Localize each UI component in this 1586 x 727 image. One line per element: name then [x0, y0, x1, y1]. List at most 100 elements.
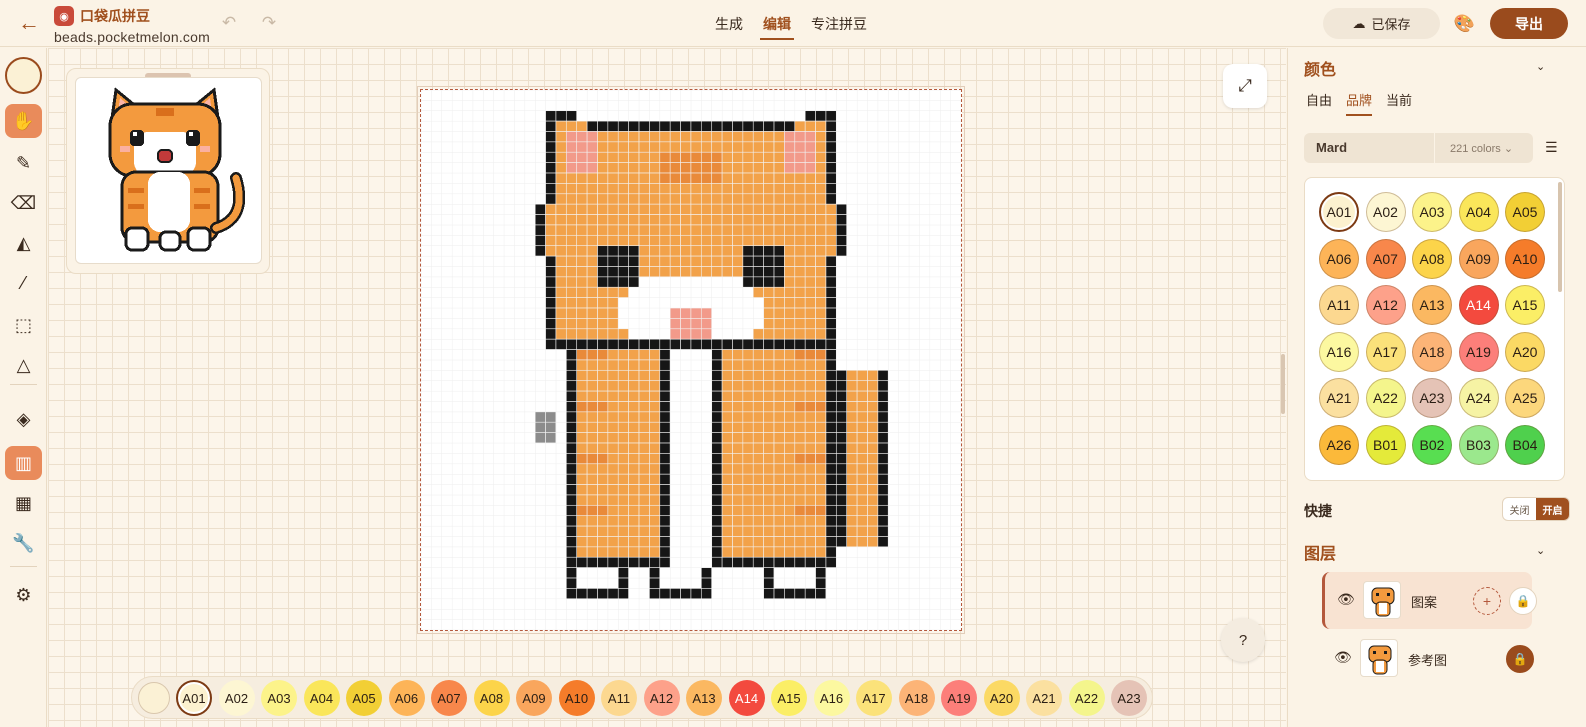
bead-cell[interactable]: [597, 308, 608, 319]
bead-cell[interactable]: [670, 204, 681, 215]
bead-cell[interactable]: [670, 318, 681, 329]
bead-cell[interactable]: [576, 183, 587, 194]
bead-cell[interactable]: [742, 162, 753, 173]
bead-cell[interactable]: [576, 484, 587, 495]
bead-cell[interactable]: [639, 266, 650, 277]
bead-cell[interactable]: [618, 360, 629, 370]
bead-cell[interactable]: [639, 370, 650, 381]
bead-cell[interactable]: [784, 536, 795, 547]
bead-cell[interactable]: [659, 152, 670, 163]
bead-cell[interactable]: [618, 411, 629, 422]
color-chip[interactable]: A22: [1365, 378, 1406, 418]
color-chip[interactable]: A23: [1412, 378, 1452, 418]
bead-cell[interactable]: [763, 484, 774, 495]
bead-cell[interactable]: [587, 443, 598, 454]
bead-cell[interactable]: [826, 225, 836, 235]
bead-cell[interactable]: [649, 173, 660, 184]
bead-cell[interactable]: [815, 349, 826, 360]
bead-cell[interactable]: [607, 391, 618, 402]
bead-cell[interactable]: [607, 162, 618, 173]
bead-cell[interactable]: [628, 360, 639, 370]
bead-cell[interactable]: [805, 193, 816, 204]
bead-cell[interactable]: [794, 515, 805, 526]
bead-cell[interactable]: [857, 515, 868, 526]
bead-cell[interactable]: [607, 276, 618, 287]
bead-cell[interactable]: [763, 308, 774, 319]
bead-cell[interactable]: [763, 443, 774, 454]
bead-cell[interactable]: [857, 495, 868, 505]
bead-cell[interactable]: [732, 235, 743, 246]
shapes-tool-button[interactable]: △: [5, 348, 42, 382]
bead-cell[interactable]: [628, 256, 639, 267]
bead-cell[interactable]: [805, 495, 816, 505]
bead-cell[interactable]: [711, 411, 722, 422]
bead-cell[interactable]: [587, 141, 598, 152]
bead-cell[interactable]: [794, 505, 805, 516]
bead-cell[interactable]: [763, 411, 774, 422]
bead-cell[interactable]: [556, 193, 566, 204]
bead-cell[interactable]: [576, 162, 587, 173]
color-chip[interactable]: A05: [1505, 192, 1545, 232]
bead-cell[interactable]: [815, 578, 826, 589]
bead-cell[interactable]: [753, 495, 764, 505]
quick-color-chip[interactable]: A03: [261, 680, 297, 716]
bead-cell[interactable]: [691, 193, 701, 204]
bead-cell[interactable]: [742, 391, 753, 402]
bead-cell[interactable]: [774, 391, 785, 402]
bead-cell[interactable]: [566, 505, 577, 516]
bead-cell[interactable]: [566, 380, 577, 391]
bead-cell[interactable]: [618, 287, 629, 298]
bead-cell[interactable]: [763, 401, 774, 412]
bead-cell[interactable]: [763, 463, 774, 474]
bead-cell[interactable]: [639, 360, 650, 370]
bead-cell[interactable]: [576, 546, 587, 557]
bead-cell[interactable]: [607, 339, 618, 350]
bead-cell[interactable]: [545, 432, 556, 443]
bead-cell[interactable]: [784, 121, 795, 132]
bead-cell[interactable]: [846, 370, 857, 381]
color-chip[interactable]: A18: [1412, 331, 1452, 372]
bead-cell[interactable]: [794, 443, 805, 454]
bead-cell[interactable]: [618, 370, 629, 381]
bead-cell[interactable]: [649, 463, 660, 474]
bead-cell[interactable]: [815, 110, 826, 121]
bead-cell[interactable]: [628, 183, 639, 194]
bead-cell[interactable]: [535, 432, 546, 443]
bead-cell[interactable]: [742, 443, 753, 454]
bead-cell[interactable]: [794, 474, 805, 485]
bead-cell[interactable]: [659, 432, 670, 443]
bead-cell[interactable]: [639, 526, 650, 537]
bead-cell[interactable]: [618, 193, 629, 204]
bead-cell[interactable]: [794, 453, 805, 464]
bead-cell[interactable]: [763, 266, 774, 277]
bead-cell[interactable]: [607, 370, 618, 381]
bead-cell[interactable]: [628, 401, 639, 412]
bead-cell[interactable]: [763, 245, 774, 256]
bead-cell[interactable]: [639, 131, 650, 142]
bead-cell[interactable]: [867, 526, 878, 537]
bead-cell[interactable]: [597, 474, 608, 485]
bead-cell[interactable]: [639, 380, 650, 391]
bead-cell[interactable]: [649, 578, 660, 589]
bead-cell[interactable]: [618, 463, 629, 474]
bead-cell[interactable]: [545, 328, 556, 339]
color-chip[interactable]: A21: [1319, 378, 1359, 418]
bead-cell[interactable]: [628, 411, 639, 422]
bead-cell[interactable]: [836, 463, 847, 474]
bead-cell[interactable]: [815, 193, 826, 204]
bead-cell[interactable]: [753, 370, 764, 381]
bead-cell[interactable]: [607, 349, 618, 360]
bead-cell[interactable]: [566, 391, 577, 402]
bead-cell[interactable]: [815, 256, 826, 267]
bead-cell[interactable]: [774, 162, 785, 173]
bead-cell[interactable]: [566, 318, 577, 329]
bead-cell[interactable]: [857, 370, 868, 381]
bead-cell[interactable]: [566, 173, 577, 184]
bead-cell[interactable]: [587, 536, 598, 547]
bead-cell[interactable]: [597, 443, 608, 454]
bead-cell[interactable]: [763, 370, 774, 381]
bead-cell[interactable]: [691, 308, 701, 319]
bead-cell[interactable]: [597, 131, 608, 142]
bead-cell[interactable]: [774, 495, 785, 505]
quick-color-chip[interactable]: A10: [558, 680, 595, 716]
